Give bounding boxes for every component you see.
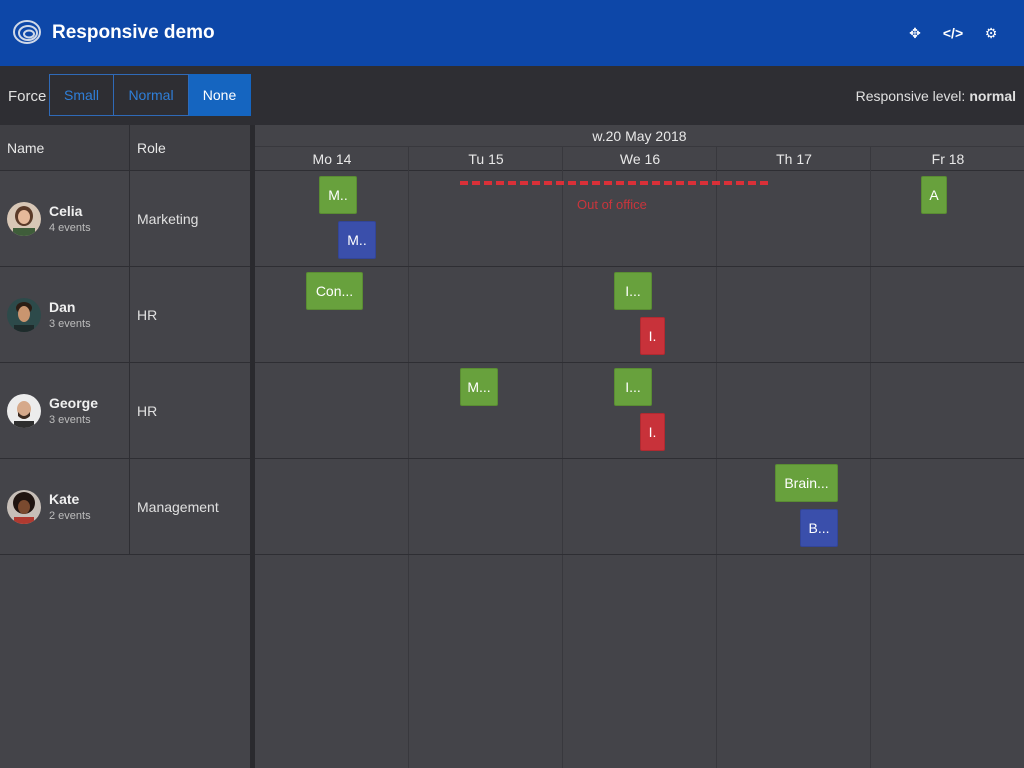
- event-bar[interactable]: M..: [338, 221, 376, 259]
- code-icon[interactable]: </>: [942, 24, 964, 42]
- resource-name: Celia: [49, 203, 83, 219]
- force-none-button[interactable]: None: [189, 74, 251, 116]
- resource-role: Management: [137, 499, 219, 515]
- grid-row[interactable]: Kate 2 events Management: [0, 459, 250, 555]
- grid-row[interactable]: Celia 4 events Marketing: [0, 171, 250, 267]
- column-header-role[interactable]: Role: [137, 140, 166, 156]
- fullscreen-icon[interactable]: ✥: [906, 24, 924, 42]
- event-bar[interactable]: Brain...: [775, 464, 838, 502]
- column-header-name[interactable]: Name: [7, 140, 44, 156]
- gear-icon[interactable]: ⚙: [982, 24, 1000, 42]
- row-divider: [255, 362, 1024, 363]
- out-of-office-range[interactable]: [460, 181, 768, 185]
- resource-role: HR: [137, 307, 158, 323]
- schedule-area: w.20 May 2018 Mo 14 Tu 15 We 16 Th 17 Fr…: [255, 125, 1024, 768]
- resource-name: George: [49, 395, 99, 411]
- grid-row[interactable]: George 3 events HR: [0, 363, 250, 459]
- event-bar[interactable]: M...: [460, 368, 498, 406]
- event-bar[interactable]: M..: [319, 176, 357, 214]
- event-bar[interactable]: Con...: [306, 272, 363, 310]
- resource-name: Kate: [49, 491, 80, 507]
- app-header: Responsive demo ✥ </> ⚙: [0, 0, 1024, 66]
- logo-icon: [13, 20, 41, 44]
- resource-event-count: 3 events: [49, 318, 91, 330]
- resource-role: HR: [137, 403, 158, 419]
- resource-role: Marketing: [137, 211, 199, 227]
- resource-event-count: 2 events: [49, 510, 91, 522]
- resource-event-count: 3 events: [49, 414, 91, 426]
- avatar: [7, 490, 41, 524]
- grid-row[interactable]: Dan 3 events HR: [0, 267, 250, 363]
- out-of-office-label: Out of office: [577, 197, 647, 212]
- day-header: Fr 18: [871, 147, 1024, 171]
- force-normal-button[interactable]: Normal: [114, 74, 189, 116]
- force-button-group: Small Normal None: [49, 74, 251, 116]
- resource-name: Dan: [49, 299, 76, 315]
- avatar: [7, 202, 41, 236]
- row-divider: [255, 554, 1024, 555]
- force-small-button[interactable]: Small: [49, 74, 114, 116]
- responsive-level: Responsive level: normal: [856, 88, 1016, 104]
- app-title: Responsive demo: [52, 22, 215, 43]
- resource-grid: Name Role Celia 4 events Marketing Dan 3…: [0, 125, 250, 768]
- responsive-level-value: normal: [969, 88, 1016, 104]
- event-bar[interactable]: B...: [800, 509, 838, 547]
- avatar: [7, 394, 41, 428]
- event-bar[interactable]: A: [921, 176, 947, 214]
- avatar: [7, 298, 41, 332]
- event-bar[interactable]: I.: [640, 317, 665, 355]
- responsive-level-label: Responsive level:: [855, 88, 966, 104]
- day-header: Tu 15: [409, 147, 563, 171]
- day-header: Th 17: [717, 147, 871, 171]
- grid-header: Name Role: [0, 125, 250, 171]
- force-label: Force: [8, 88, 47, 105]
- row-divider: [255, 266, 1024, 267]
- day-header: We 16: [563, 147, 717, 171]
- resource-event-count: 4 events: [49, 222, 91, 234]
- row-divider: [255, 458, 1024, 459]
- event-bar[interactable]: I.: [640, 413, 665, 451]
- event-bar[interactable]: I...: [614, 272, 652, 310]
- day-header: Mo 14: [255, 147, 409, 171]
- week-header: w.20 May 2018: [255, 125, 1024, 147]
- toolbar: Force Small Normal None Responsive level…: [0, 66, 1024, 125]
- event-bar[interactable]: I...: [614, 368, 652, 406]
